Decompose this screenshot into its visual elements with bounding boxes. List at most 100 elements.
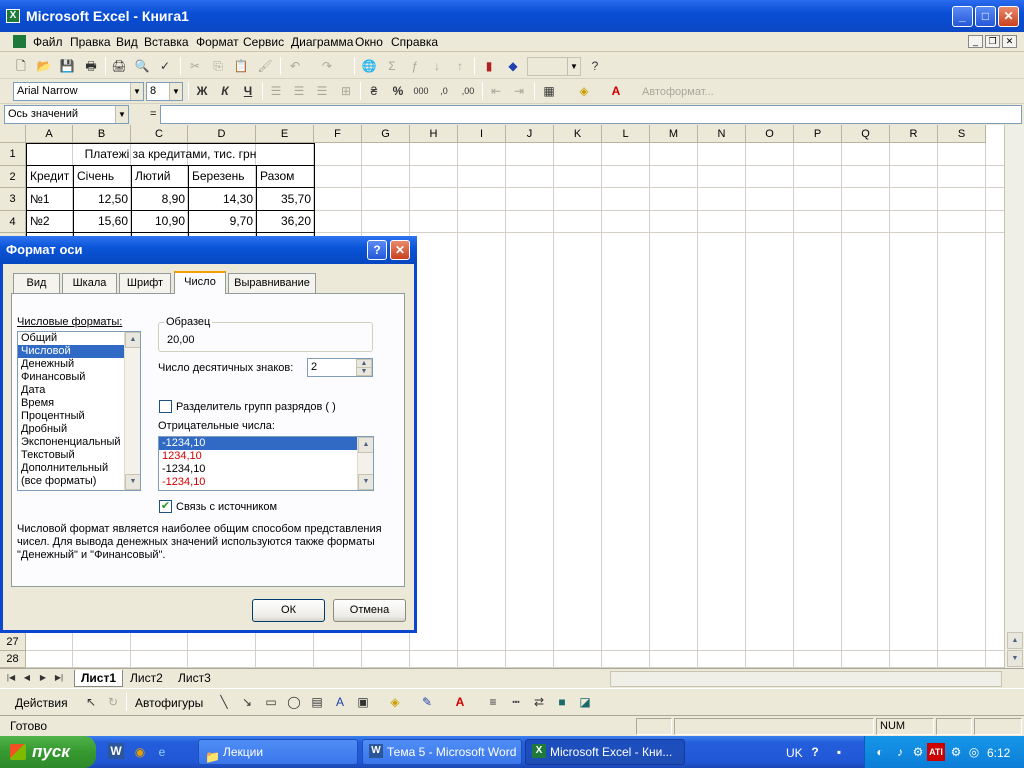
first-sheet-icon[interactable]: |◀ [4, 670, 18, 686]
format-list-item[interactable]: Время [18, 397, 140, 410]
column-header[interactable]: S [938, 125, 986, 143]
format-list-item[interactable]: Общий [18, 332, 140, 345]
column-header[interactable]: E [256, 125, 314, 143]
scroll-up-icon[interactable]: ▲ [1007, 632, 1023, 649]
data-cell[interactable]: 9,70 [189, 210, 256, 232]
merge-center-icon[interactable]: ⊞ [337, 82, 355, 100]
format-list-item[interactable]: Финансовый [18, 371, 140, 384]
decrease-indent-icon[interactable]: ⇤ [487, 82, 505, 100]
minimize-button[interactable]: _ [952, 6, 973, 27]
language-indicator[interactable]: UK [786, 746, 803, 760]
scroll-up-icon[interactable]: ▲ [125, 332, 140, 348]
autosum-icon[interactable]: Σ [383, 57, 401, 75]
spelling-icon[interactable]: ✓ [156, 57, 174, 75]
data-cell[interactable]: №1 [27, 188, 73, 210]
wordart-icon[interactable]: A [331, 693, 349, 711]
copy-icon[interactable]: ⎘ [209, 57, 227, 75]
currency-icon[interactable]: ₴ [365, 82, 383, 100]
menu-tools[interactable]: Сервис [243, 35, 284, 49]
column-header[interactable]: O [746, 125, 794, 143]
align-center-icon[interactable]: ☰ [290, 82, 308, 100]
column-header[interactable]: Q [842, 125, 890, 143]
format-list-item[interactable]: Денежный [18, 358, 140, 371]
line-color-icon[interactable]: ✎ [418, 693, 436, 711]
dash-style-icon[interactable]: ┅ [507, 693, 525, 711]
format-list-item[interactable]: Дробный [18, 423, 140, 436]
open-icon[interactable]: 📂 [35, 57, 53, 75]
menu-chart[interactable]: Диаграмма [291, 35, 353, 49]
drawing-icon[interactable]: ◆ [504, 57, 522, 75]
format-list-item[interactable]: (все форматы) [18, 475, 140, 488]
tray-icon[interactable]: ♪ [891, 743, 909, 761]
draw-actions-menu[interactable]: Действия [15, 696, 68, 710]
select-objects-icon[interactable]: ↖ [82, 693, 100, 711]
print-preview-icon[interactable]: 🔍 [133, 57, 151, 75]
negative-numbers-list[interactable]: -1234,10 1234,10 -1234,10 -1234,10 ▲ ▼ [158, 436, 374, 491]
row-header[interactable]: 2 [0, 166, 26, 188]
data-cell[interactable]: №2 [27, 210, 73, 232]
arrow-style-icon[interactable]: ⇄ [530, 693, 548, 711]
row-header[interactable]: 1 [0, 143, 26, 166]
data-cell[interactable]: 36,20 [257, 210, 314, 232]
prev-sheet-icon[interactable]: ◀ [20, 670, 34, 686]
undo-icon[interactable]: ↶ [286, 57, 304, 75]
tray-small-icon[interactable]: ▪ [830, 743, 848, 761]
row-header[interactable]: 4 [0, 211, 26, 233]
permission-icon[interactable]: 🖶 [82, 57, 100, 75]
data-cell[interactable]: 10,90 [132, 210, 188, 232]
task-folder-lectures[interactable]: 📁 Лекции [198, 739, 358, 765]
tab-view[interactable]: Вид [13, 273, 60, 293]
column-header[interactable]: C [131, 125, 188, 143]
doc-restore-icon[interactable]: ❐ [985, 35, 1000, 48]
bold-icon[interactable]: Ж [193, 82, 211, 100]
column-header[interactable]: B [73, 125, 131, 143]
column-header[interactable]: K [554, 125, 602, 143]
sort-asc-icon[interactable]: ↓ [428, 57, 446, 75]
redo-icon[interactable]: ↷ [318, 57, 336, 75]
oval-icon[interactable]: ◯ [285, 693, 303, 711]
column-header[interactable]: P [794, 125, 842, 143]
sheet-tab-1[interactable]: Лист1 [74, 670, 124, 687]
next-sheet-icon[interactable]: ▶ [36, 670, 50, 686]
underline-icon[interactable]: Ч [239, 82, 257, 100]
scroll-down-icon[interactable]: ▼ [1007, 650, 1023, 667]
decimals-spinner[interactable]: 2 ▲ ▼ [307, 358, 373, 377]
menu-window[interactable]: Окно [355, 35, 383, 49]
sort-desc-icon[interactable]: ↑ [451, 57, 469, 75]
percent-icon[interactable]: % [389, 82, 407, 100]
task-word[interactable]: W Тема 5 - Microsoft Word [362, 739, 522, 765]
draw-font-color-icon[interactable]: A [451, 693, 469, 711]
ok-button[interactable]: ОК [252, 599, 325, 622]
function-icon[interactable]: ƒ [406, 57, 424, 75]
tray-icon[interactable]: ATI [927, 743, 945, 761]
new-icon[interactable]: 🗋 [12, 57, 30, 75]
negative-format-item[interactable]: -1234,10 [159, 437, 373, 450]
menu-file[interactable]: Файл [33, 35, 63, 49]
zoom-combo[interactable]: ▼ [527, 57, 581, 76]
column-header[interactable]: L [602, 125, 650, 143]
data-cell[interactable]: 15,60 [74, 210, 131, 232]
word-quicklaunch-icon[interactable]: W [108, 743, 124, 759]
menu-format[interactable]: Формат [196, 35, 239, 49]
formats-list[interactable]: Общий Числовой Денежный Финансовый Дата Время… [17, 331, 141, 491]
column-header[interactable]: R [890, 125, 938, 143]
hyperlink-icon[interactable]: 🌐 [360, 57, 378, 75]
row-header[interactable]: 3 [0, 188, 26, 211]
window-title-bar[interactable]: X Microsoft Excel - Книга1 _ □ ✕ [0, 0, 1024, 32]
align-left-icon[interactable]: ☰ [267, 82, 285, 100]
column-header[interactable]: G [362, 125, 410, 143]
data-cell[interactable]: 12,50 [74, 188, 131, 210]
dialog-help-button[interactable]: ? [367, 240, 387, 260]
format-list-item[interactable]: Числовой [18, 345, 140, 358]
header-cell[interactable]: Лютий [132, 165, 188, 187]
draw-fill-color-icon[interactable]: ◈ [386, 693, 404, 711]
cancel-button[interactable]: Отмена [333, 599, 406, 622]
negative-format-item[interactable]: 1234,10 [159, 450, 373, 463]
table-title-cell[interactable]: Платежі за кредитами, тис. грн [27, 143, 314, 165]
column-header[interactable]: H [410, 125, 458, 143]
dialog-close-button[interactable]: ✕ [390, 240, 410, 260]
increase-decimal-icon[interactable]: ,0 [435, 82, 453, 100]
tab-font[interactable]: Шрифт [119, 273, 171, 293]
tray-icon[interactable]: ⚙ [909, 743, 927, 761]
close-button[interactable]: ✕ [998, 6, 1019, 27]
